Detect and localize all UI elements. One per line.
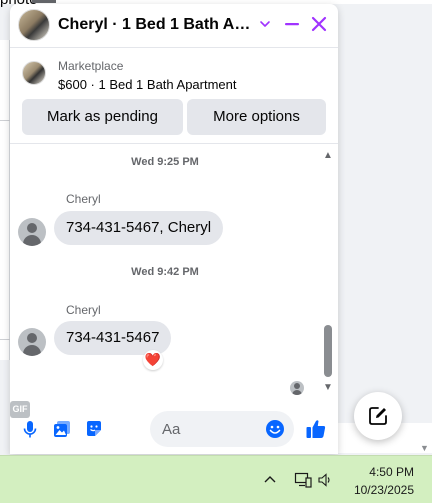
page-scroll-down-arrow-icon[interactable]: ▼	[420, 443, 429, 453]
sender-name: Cheryl	[66, 303, 101, 317]
listing-thumbnail[interactable]	[22, 61, 46, 85]
new-message-button[interactable]	[354, 392, 402, 440]
message-bubble[interactable]: 734-431-5467, Cheryl	[54, 211, 224, 245]
listing-label: Marketplace	[58, 59, 124, 73]
microphone-icon[interactable]	[20, 419, 40, 439]
background-left-strip	[0, 40, 10, 360]
background-divider	[0, 120, 10, 121]
chat-header[interactable]: Cheryl · 1 Bed 1 Bath Apart...	[10, 4, 338, 48]
seen-indicator-avatar	[290, 381, 304, 395]
chevron-up-icon[interactable]	[263, 473, 277, 487]
compose-icon	[369, 407, 387, 425]
chat-window: Cheryl · 1 Bed 1 Bath Apart... Marketpla…	[10, 4, 338, 454]
background-right-area	[337, 40, 432, 420]
taskbar: 4:50 PM 10/23/2025	[0, 455, 432, 503]
sticker-icon[interactable]	[84, 419, 104, 439]
close-icon[interactable]	[310, 15, 328, 33]
message-list[interactable]: ▲ Wed 9:25 PM Cheryl 734-431-5467, Chery…	[10, 145, 338, 398]
chat-title[interactable]: Cheryl · 1 Bed 1 Bath Apart...	[58, 16, 254, 34]
background-divider	[0, 339, 10, 340]
scroll-up-arrow-icon[interactable]: ▲	[323, 150, 333, 161]
clock-date[interactable]: 10/23/2025	[350, 483, 414, 497]
clock-time[interactable]: 4:50 PM	[350, 465, 414, 479]
marketplace-listing-banner: Marketplace $600 · 1 Bed 1 Bath Apartmen…	[10, 49, 338, 144]
background-divider	[32, 0, 56, 3]
sender-name: Cheryl	[66, 192, 101, 206]
photo-icon[interactable]	[52, 419, 72, 439]
thumbs-up-icon[interactable]	[305, 418, 327, 440]
emoji-icon[interactable]	[265, 419, 285, 439]
message-timestamp: Wed 9:25 PM	[131, 156, 199, 168]
volume-icon[interactable]	[317, 472, 333, 488]
more-options-button[interactable]: More options	[187, 99, 326, 135]
network-icon[interactable]	[294, 471, 312, 489]
scrollbar-thumb[interactable]	[324, 325, 332, 377]
avatar[interactable]	[18, 218, 46, 246]
scroll-down-arrow-icon[interactable]: ▼	[323, 382, 333, 393]
minimize-icon[interactable]	[283, 15, 301, 33]
chevron-down-icon[interactable]	[258, 17, 272, 31]
listing-title[interactable]: $600 · 1 Bed 1 Bath Apartment	[58, 77, 237, 92]
mark-as-pending-button[interactable]: Mark as pending	[22, 99, 183, 135]
heart-reaction[interactable]: ❤️	[143, 350, 163, 370]
listing-avatar[interactable]	[18, 9, 50, 41]
gif-button[interactable]: GIF	[10, 401, 30, 418]
message-timestamp: Wed 9:42 PM	[131, 266, 199, 278]
message-composer: GIF	[10, 401, 338, 454]
avatar[interactable]	[18, 328, 46, 356]
